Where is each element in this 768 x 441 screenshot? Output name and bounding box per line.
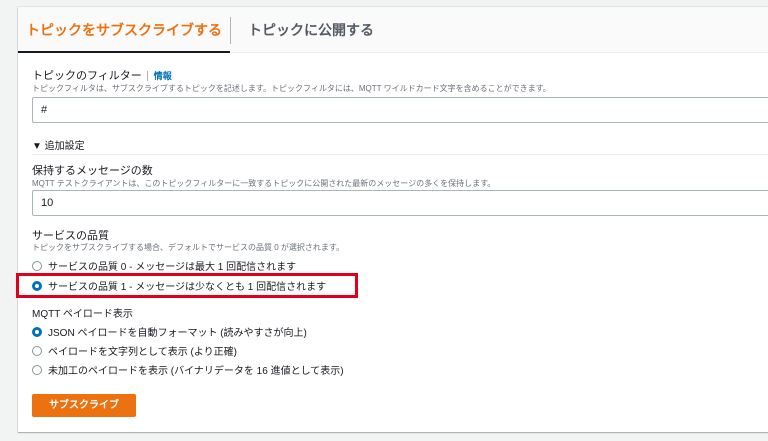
radio-label: サービスの品質 0 - メッセージは最大 1 回配信されます (48, 262, 297, 273)
radio-label: ペイロードを文字列として表示 (より正確) (48, 347, 237, 358)
filter-label-row: トピックのフィルター 情報 (32, 67, 172, 83)
radio-label: JSON ペイロードを自動フォーマット (読みやすさが向上) (48, 328, 307, 339)
radio-label: 未加工のペイロードを表示 (バイナリデータを 16 進値として表示) (48, 366, 344, 377)
message-count-input[interactable]: 10 (32, 190, 768, 216)
retain-description: MQTT テストクライアントは、このトピックフィルターに一致するトピックに公開さ… (32, 179, 496, 188)
filter-description: トピックフィルタは、サブスクライブするトピックを記述します。トピックフィルタには… (32, 84, 551, 93)
subscribe-button[interactable]: サブスクライブ (32, 394, 136, 417)
tab-bar: トピックをサブスクライブする トピックに公開する (18, 7, 768, 53)
qos-label: サービスの品質 (32, 230, 109, 242)
tab-publish[interactable]: トピックに公開する (248, 7, 374, 53)
qos-0-radio[interactable]: サービスの品質 0 - メッセージは最大 1 回配信されます (32, 258, 296, 273)
tab-subscribe[interactable]: トピックをサブスクライブする (18, 7, 230, 53)
payload-json-radio[interactable]: JSON ペイロードを自動フォーマット (読みやすさが向上) (32, 324, 307, 339)
qos-description: トピックをサブスクライブする場合、デフォルトでサービスの品質 0 が選択されます… (32, 243, 345, 252)
radio-circle (32, 345, 42, 356)
topic-filter-input[interactable]: # (32, 97, 768, 123)
divider (32, 154, 768, 155)
tab-divider (230, 17, 231, 44)
radio-circle (32, 364, 42, 375)
subscribe-panel: トピックをサブスクライブする トピックに公開する トピックのフィルター 情報 トピ… (18, 7, 768, 432)
info-link[interactable]: 情報 (146, 71, 172, 81)
filter-label: トピックのフィルター (32, 70, 142, 82)
radio-circle (32, 260, 42, 271)
payload-label: MQTT ペイロード表示 (32, 309, 133, 320)
retain-label: 保持するメッセージの数 (32, 165, 153, 177)
payload-raw-radio[interactable]: 未加工のペイロードを表示 (バイナリデータを 16 進値として表示) (32, 362, 344, 377)
radio-circle-selected (32, 326, 42, 337)
highlight-box (16, 273, 358, 298)
additional-settings-toggle[interactable]: ▼ 追加設定 (32, 137, 85, 152)
payload-string-radio[interactable]: ペイロードを文字列として表示 (より正確) (32, 343, 237, 358)
